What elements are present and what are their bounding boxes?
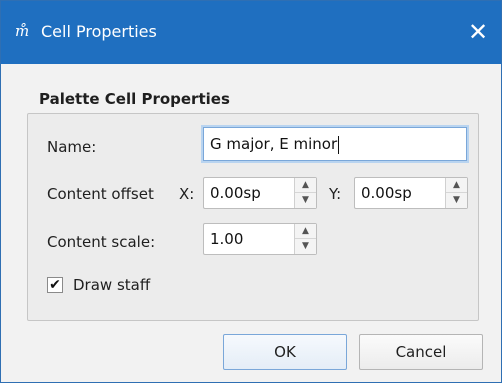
ok-button[interactable]: OK xyxy=(223,334,347,370)
cell-properties-dialog: m̊ Cell Properties ✕ Palette Cell Proper… xyxy=(0,0,502,383)
window-title: Cell Properties xyxy=(41,22,157,41)
offset-x-stepper: ▲ ▼ xyxy=(294,178,316,208)
name-input-value: G major, E minor xyxy=(210,135,338,153)
offset-y-down-icon[interactable]: ▼ xyxy=(446,193,467,208)
content-scale-stepper: ▲ ▼ xyxy=(294,224,316,254)
app-icon: m̊ xyxy=(15,22,30,40)
content-scale-down-icon[interactable]: ▼ xyxy=(295,239,316,254)
title-bar[interactable]: m̊ Cell Properties ✕ xyxy=(1,1,501,64)
content-scale-label: Content scale: xyxy=(47,233,156,251)
close-icon[interactable]: ✕ xyxy=(463,17,493,47)
offset-x-down-icon[interactable]: ▼ xyxy=(295,193,316,208)
content-scale-value: 1.00 xyxy=(210,230,244,248)
offset-x-spinner[interactable]: 0.00sp ▲ ▼ xyxy=(203,177,317,209)
draw-staff-label: Draw staff xyxy=(73,276,151,294)
offset-y-up-icon[interactable]: ▲ xyxy=(446,178,467,193)
content-scale-up-icon[interactable]: ▲ xyxy=(295,224,316,239)
offset-x-label: X: xyxy=(179,185,195,203)
name-label: Name: xyxy=(47,138,97,156)
checkmark-icon: ✔ xyxy=(49,277,61,293)
group-title: Palette Cell Properties xyxy=(35,87,234,111)
offset-y-value: 0.00sp xyxy=(361,184,412,202)
cancel-button[interactable]: Cancel xyxy=(359,334,483,370)
offset-x-up-icon[interactable]: ▲ xyxy=(295,178,316,193)
offset-x-value: 0.00sp xyxy=(210,184,261,202)
content-offset-label: Content offset xyxy=(47,185,154,203)
content-scale-spinner[interactable]: 1.00 ▲ ▼ xyxy=(203,223,317,255)
name-input[interactable]: G major, E minor xyxy=(203,127,467,161)
offset-y-stepper: ▲ ▼ xyxy=(445,178,467,208)
offset-y-spinner[interactable]: 0.00sp ▲ ▼ xyxy=(354,177,468,209)
offset-y-label: Y: xyxy=(329,185,342,203)
draw-staff-checkbox[interactable]: ✔ xyxy=(47,277,63,293)
text-caret xyxy=(338,135,340,154)
